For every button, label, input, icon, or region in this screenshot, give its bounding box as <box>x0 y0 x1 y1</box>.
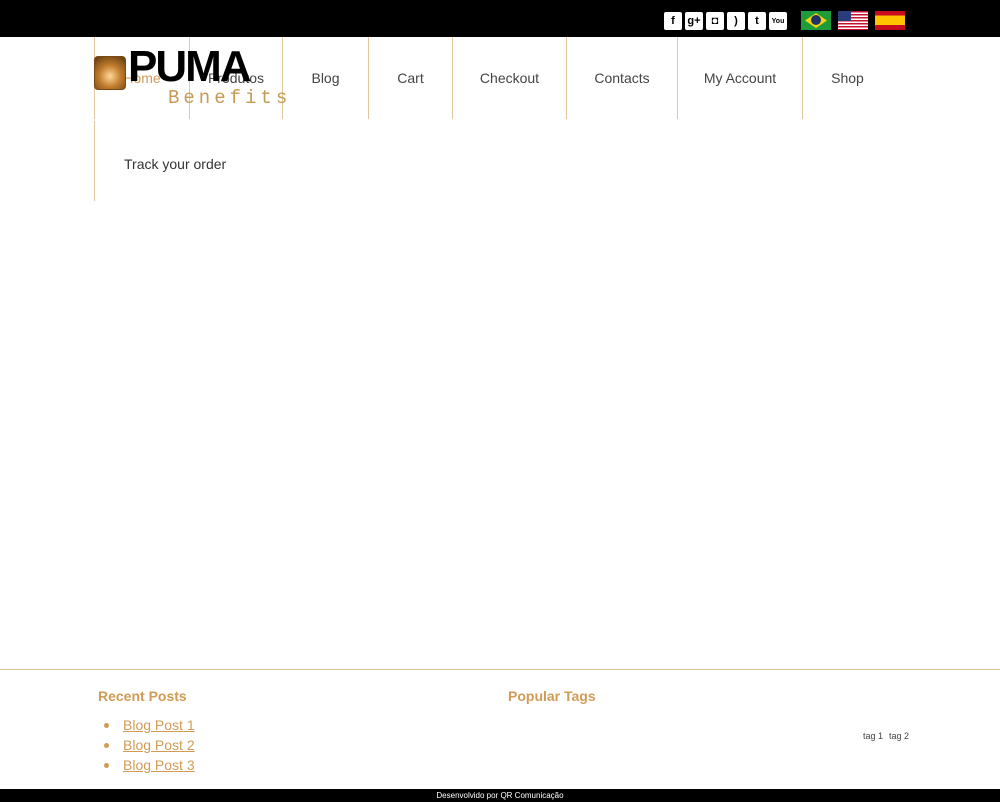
recent-posts-title: Recent Posts <box>98 688 187 704</box>
facebook-icon[interactable]: f <box>664 12 682 30</box>
tag-link[interactable]: tag 2 <box>889 731 909 741</box>
instagram-icon[interactable]: ◘ <box>706 12 724 30</box>
list-item: Blog Post 2 <box>104 735 195 755</box>
nav-item-blog[interactable]: Blog <box>282 37 368 119</box>
nav-item-cart[interactable]: Cart <box>368 37 452 119</box>
site-logo[interactable]: PUMA Benefits <box>94 45 287 111</box>
top-bar: f g+ ◘ ) t You <box>0 0 1000 37</box>
language-selector <box>801 11 905 30</box>
flag-brazil[interactable] <box>801 11 831 30</box>
flag-usa[interactable] <box>838 11 868 30</box>
twitter-icon[interactable]: t <box>748 12 766 30</box>
popular-tags-title: Popular Tags <box>508 688 596 704</box>
recent-post-link[interactable]: Blog Post 1 <box>123 717 195 733</box>
credit-text[interactable]: Desenvolvido por QR Comunicação <box>436 791 563 800</box>
tag-link[interactable]: tag 1 <box>863 731 883 741</box>
tag-cloud: tag 1 tag 2 <box>863 731 909 741</box>
list-item: Blog Post 3 <box>104 755 195 775</box>
google-plus-icon[interactable]: g+ <box>685 12 703 30</box>
page-title: Track your order <box>124 156 227 172</box>
list-item: Blog Post 1 <box>104 715 195 735</box>
nav-item-contacts[interactable]: Contacts <box>566 37 677 119</box>
nav-item-shop[interactable]: Shop <box>802 37 892 119</box>
credit-bar: Desenvolvido por QR Comunicação <box>0 789 1000 802</box>
youtube-icon[interactable]: You <box>769 12 787 30</box>
puma-eye-icon <box>94 56 126 90</box>
footer-divider <box>0 669 1000 670</box>
recent-post-link[interactable]: Blog Post 2 <box>123 737 195 753</box>
logo-word: PUMA <box>128 42 252 91</box>
social-icons: f g+ ◘ ) t You <box>664 12 787 30</box>
recent-posts-list: Blog Post 1 Blog Post 2 Blog Post 3 <box>104 715 195 775</box>
rss-icon[interactable]: ) <box>727 12 745 30</box>
logo-subtitle: Benefits <box>168 87 292 109</box>
page-content: Track your order <box>94 121 975 201</box>
recent-post-link[interactable]: Blog Post 3 <box>123 757 195 773</box>
flag-spain[interactable] <box>875 11 905 30</box>
nav-item-checkout[interactable]: Checkout <box>452 37 566 119</box>
nav-item-my-account[interactable]: My Account <box>677 37 802 119</box>
